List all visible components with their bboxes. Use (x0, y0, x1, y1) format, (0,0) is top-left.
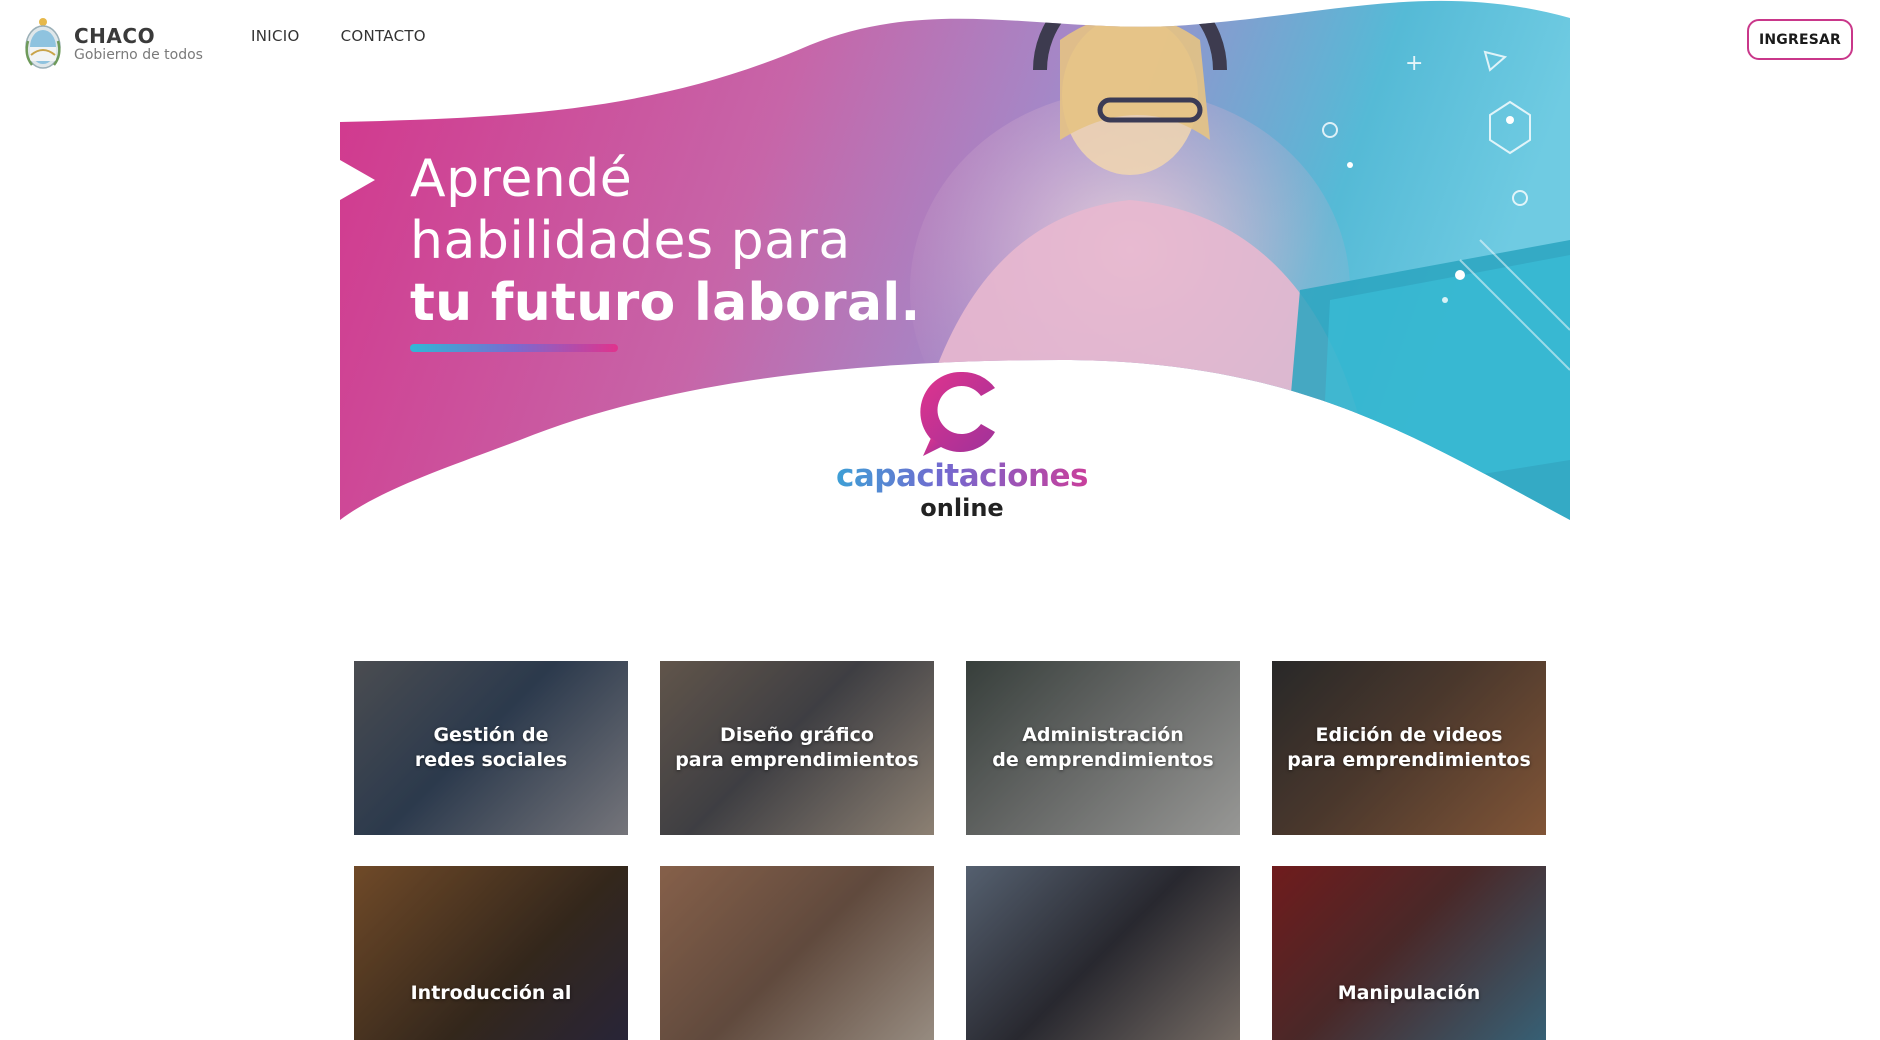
login-button[interactable]: INGRESAR (1747, 19, 1853, 60)
logo-title: CHACO (74, 24, 156, 48)
course-card[interactable]: Manipulación (1272, 866, 1546, 1040)
course-card[interactable]: Gestión de redes sociales (354, 661, 628, 835)
brand-name: capacitaciones (797, 458, 1127, 494)
course-title: Edición de videos para emprendimientos (1287, 724, 1531, 771)
chaco-logo[interactable]: CHACO Gobierno de todos (22, 14, 212, 74)
brand-logo: capacitaciones online (797, 348, 1127, 523)
course-title: Diseño gráfico para emprendimientos (675, 724, 919, 771)
hero-underline (410, 344, 618, 352)
hero-line-2: habilidades para (410, 211, 851, 271)
course-card[interactable] (966, 866, 1240, 1040)
course-title: Gestión de redes sociales (414, 724, 568, 771)
hero-line-3: tu futuro laboral. (410, 273, 921, 333)
hero-line-1: Aprendé (410, 149, 633, 209)
course-card[interactable]: Edición de videos para emprendimientos (1272, 661, 1546, 835)
course-card[interactable]: Diseño gráfico para emprendimientos (660, 661, 934, 835)
nav-inicio[interactable]: INICIO (251, 27, 300, 45)
course-card[interactable]: Introducción al (354, 866, 628, 1040)
hero-headline: Aprendé habilidades para tu futuro labor… (410, 148, 921, 352)
course-card[interactable] (660, 866, 934, 1040)
hero-banner: + Aprendé habilidades para tu futuro lab… (340, 0, 1570, 523)
brand-suffix: online (920, 494, 1004, 522)
brand-c-icon (920, 371, 995, 456)
course-title: Introducción al (410, 981, 572, 1004)
course-title: Administración de emprendimientos (992, 724, 1214, 771)
coat-of-arms-icon (22, 15, 64, 73)
course-title: Manipulación (1337, 981, 1481, 1004)
logo-subtitle: Gobierno de todos (74, 47, 203, 63)
course-card[interactable]: Administración de emprendimientos (966, 661, 1240, 835)
svg-text:+: + (1405, 51, 1423, 76)
